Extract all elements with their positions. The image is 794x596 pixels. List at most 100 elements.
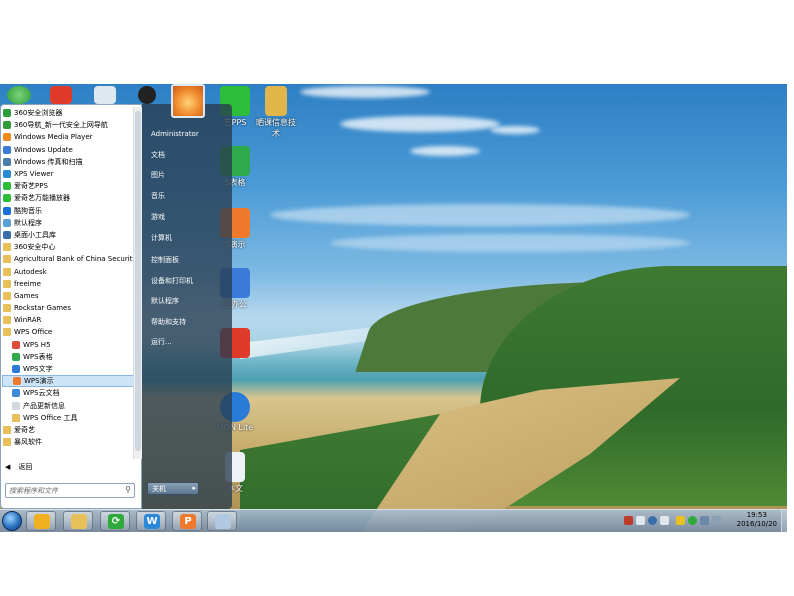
program-item[interactable]: WPS演示 <box>2 375 134 388</box>
program-label: 360导航_新一代安全上网导航 <box>14 121 108 130</box>
program-item[interactable]: 默认程序 <box>2 217 134 229</box>
program-item[interactable]: 360导航_新一代安全上网导航 <box>2 119 134 131</box>
program-item[interactable]: Autodesk <box>2 265 134 277</box>
program-item[interactable]: 桌面小工具库 <box>2 229 134 241</box>
program-icon <box>3 133 11 142</box>
folder-icon <box>3 438 11 447</box>
search-input[interactable]: 搜索程序和文件 ⚲ <box>5 483 135 498</box>
program-item[interactable]: 酷狗音乐 <box>2 205 134 217</box>
program-item[interactable]: 爱奇艺万能播放器 <box>2 192 134 204</box>
program-item[interactable]: WPS Office 工具 <box>2 412 134 424</box>
program-item[interactable]: 爱奇艺 <box>2 424 134 436</box>
program-item[interactable]: WPS表格 <box>2 351 134 363</box>
program-item[interactable]: XPS Viewer <box>2 168 134 180</box>
program-item[interactable]: Games <box>2 290 134 302</box>
program-item[interactable]: 爱奇艺PPS <box>2 180 134 192</box>
taskbar-360-browser-button[interactable]: ⟳ <box>100 511 130 531</box>
taskbar-wps-writer-button[interactable]: W <box>136 511 166 531</box>
chevron-right-icon[interactable]: ▸ <box>192 484 196 492</box>
places-item[interactable]: 计算机 <box>151 233 172 243</box>
security-icon[interactable] <box>688 516 697 525</box>
program-icon <box>13 377 21 386</box>
network-tray-icon[interactable] <box>700 516 709 525</box>
folder-icon <box>3 243 11 252</box>
program-item[interactable]: Rockstar Games <box>2 302 134 314</box>
program-label: 360安全浏览器 <box>14 109 63 118</box>
clock[interactable]: 19:53 2016/10/20 <box>737 511 777 529</box>
volume-icon[interactable] <box>712 516 721 525</box>
program-item[interactable]: WPS文字 <box>2 363 134 375</box>
program-label: 产品更新信息 <box>23 401 65 410</box>
program-item[interactable]: 360安全浏览器 <box>2 107 134 119</box>
folder-icon <box>3 291 11 300</box>
program-icon <box>12 340 20 349</box>
help-icon[interactable] <box>648 516 657 525</box>
places-item[interactable]: 游戏 <box>151 212 165 222</box>
places-item[interactable]: 图片 <box>151 170 165 180</box>
settings-icon[interactable] <box>660 516 669 525</box>
program-item[interactable]: 360安全中心 <box>2 241 134 253</box>
program-icon <box>12 401 20 410</box>
search-icon: ⚲ <box>125 485 131 494</box>
program-item[interactable]: freeime <box>2 278 134 290</box>
program-item[interactable]: 暴风软件 <box>2 436 134 448</box>
places-item[interactable]: 设备和打印机 <box>151 276 193 286</box>
program-item[interactable]: Windows Media Player <box>2 131 134 143</box>
places-item[interactable]: 帮助和支持 <box>151 317 186 327</box>
folder-icon <box>3 279 11 288</box>
program-item[interactable]: Windows Update <box>2 144 134 156</box>
program-label: Windows Update <box>14 145 73 154</box>
taskbar-explorer-icon <box>71 514 87 529</box>
program-item[interactable]: Agricultural Bank of China Security S <box>2 253 134 265</box>
back-button[interactable]: ◀ 返回 <box>5 462 32 472</box>
places-item[interactable]: Administrator <box>151 130 199 138</box>
places-item[interactable]: 默认程序 <box>151 296 179 306</box>
taskbar-360-safe-icon <box>34 514 50 529</box>
taskbar-paint-icon <box>215 514 231 529</box>
user-picture[interactable] <box>171 84 205 118</box>
program-list-scrollbar[interactable] <box>133 107 142 459</box>
taskbar-wps-presentation-button[interactable]: P <box>172 511 202 531</box>
qq-icon[interactable] <box>128 86 166 105</box>
taskbar-wps-writer-icon: W <box>144 514 160 529</box>
program-item[interactable]: Windows 传真和扫描 <box>2 156 134 168</box>
system-tray: 19:53 2016/10/20 <box>620 510 785 532</box>
shutdown-button[interactable]: 关机 ▸ <box>147 482 199 495</box>
program-label: XPS Viewer <box>14 170 54 179</box>
folder-icon <box>3 328 11 337</box>
places-item[interactable]: 控制面板 <box>151 255 179 265</box>
places-item[interactable]: 文档 <box>151 150 165 160</box>
taskbar-360-safe-button[interactable] <box>26 511 56 531</box>
places-item[interactable]: 音乐 <box>151 191 165 201</box>
program-item[interactable]: WPS H5 <box>2 339 134 351</box>
program-label: freeime <box>14 279 41 288</box>
program-icon <box>3 230 11 239</box>
wps-document-icon[interactable] <box>86 86 124 105</box>
program-label: Autodesk <box>14 267 47 276</box>
program-item[interactable]: WinRAR <box>2 314 134 326</box>
program-icon <box>3 182 11 191</box>
program-label: WinRAR <box>14 316 42 325</box>
cloud <box>340 116 500 132</box>
keyboard-icon[interactable] <box>636 516 645 525</box>
places-item[interactable]: 运行... <box>151 337 172 347</box>
program-item[interactable]: WPS Office <box>2 326 134 338</box>
program-item[interactable]: 产品更新信息 <box>2 400 134 412</box>
ime-icon[interactable] <box>624 516 633 525</box>
back-label: 返回 <box>18 463 33 471</box>
taskbar-explorer-button[interactable] <box>63 511 93 531</box>
flag-icon[interactable] <box>676 516 685 525</box>
browser-360-icon[interactable] <box>0 86 38 105</box>
start-button[interactable] <box>2 511 22 531</box>
program-label: Windows Media Player <box>14 133 93 142</box>
pdf-icon[interactable] <box>42 86 80 105</box>
show-desktop-button[interactable] <box>781 510 787 532</box>
cloud <box>300 86 430 98</box>
clock-date: 2016/10/20 <box>736 520 777 528</box>
program-label: 桌面小工具库 <box>14 230 56 239</box>
program-icon <box>12 389 20 398</box>
folder-icon[interactable]: 晒课信息技术 <box>254 86 298 139</box>
taskbar-paint-button[interactable] <box>207 511 237 531</box>
program-item[interactable]: WPS云文档 <box>2 387 134 399</box>
scrollbar-thumb[interactable] <box>135 111 141 451</box>
